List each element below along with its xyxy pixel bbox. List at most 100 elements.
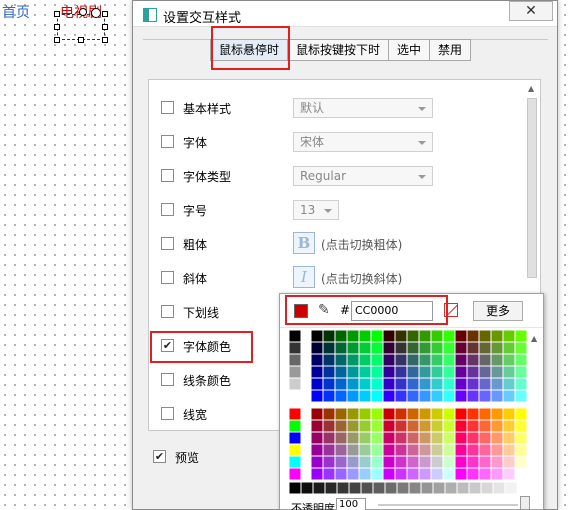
gray-swatch[interactable] [492,482,506,494]
gray-swatch[interactable] [324,482,338,494]
color-swatch[interactable] [466,353,480,367]
color-swatch[interactable] [466,407,480,421]
color-swatch[interactable] [358,330,372,343]
color-swatch[interactable] [346,377,360,391]
color-swatch[interactable] [322,377,336,391]
color-swatch[interactable] [430,431,444,445]
color-swatch[interactable] [502,431,516,445]
color-swatch[interactable] [478,455,492,469]
color-swatch[interactable] [502,443,516,457]
color-swatch[interactable] [514,365,528,379]
color-swatch[interactable] [289,467,302,480]
resize-handle[interactable] [102,11,108,17]
color-swatch[interactable] [502,353,516,367]
color-swatch[interactable] [310,443,324,457]
color-swatch[interactable] [514,353,528,367]
color-swatch[interactable] [382,455,396,469]
color-swatch[interactable] [358,353,372,367]
color-swatch[interactable] [346,467,360,480]
color-swatch[interactable] [442,419,456,433]
color-swatch[interactable] [442,341,456,355]
color-swatch[interactable] [418,455,432,469]
color-swatch[interactable] [322,341,336,355]
color-swatch[interactable] [454,330,468,343]
color-swatch[interactable] [406,467,420,480]
color-swatch[interactable] [382,365,396,379]
color-swatch[interactable] [322,455,336,469]
color-swatch[interactable] [310,341,324,355]
checkbox-font[interactable] [161,135,174,148]
color-swatch[interactable] [382,407,396,421]
resize-handle[interactable] [54,24,60,30]
checkbox-font-type[interactable] [161,169,174,182]
color-swatch[interactable] [454,419,468,433]
color-swatch[interactable] [430,455,444,469]
color-swatch[interactable] [394,467,408,480]
color-swatch[interactable] [466,455,480,469]
gray-swatch[interactable] [348,482,362,494]
color-swatch[interactable] [490,455,504,469]
color-swatch[interactable] [502,365,516,379]
color-swatch[interactable] [358,455,372,469]
color-swatch[interactable] [478,467,492,480]
color-swatch[interactable] [478,419,492,433]
color-swatch[interactable] [430,419,444,433]
color-swatch[interactable] [502,341,516,355]
color-swatch[interactable] [394,443,408,457]
gray-swatch[interactable] [289,482,302,494]
color-swatch[interactable] [418,443,432,457]
color-swatch[interactable] [310,407,324,421]
color-swatch[interactable] [454,353,468,367]
color-swatch[interactable] [418,377,432,391]
more-colors-button[interactable]: 更多 [473,301,523,321]
color-swatch[interactable] [478,330,492,343]
color-swatch[interactable] [370,377,384,391]
color-swatch[interactable] [382,341,396,355]
gray-swatch[interactable] [420,482,434,494]
color-swatch[interactable] [346,341,360,355]
color-swatch[interactable] [406,353,420,367]
color-swatch[interactable] [382,431,396,445]
color-swatch[interactable] [466,341,480,355]
color-swatch[interactable] [514,467,528,480]
color-swatch[interactable] [322,365,336,379]
color-swatch[interactable] [430,353,444,367]
color-swatch[interactable] [490,389,504,403]
color-swatch[interactable] [370,443,384,457]
color-swatch[interactable] [382,419,396,433]
resize-handle[interactable] [54,11,60,17]
color-swatch[interactable] [370,407,384,421]
color-swatch[interactable] [370,455,384,469]
color-swatch[interactable] [514,443,528,457]
color-swatch[interactable] [454,407,468,421]
color-swatch[interactable] [502,455,516,469]
checkbox-bold[interactable] [161,237,174,250]
opacity-input[interactable]: 100 [336,498,366,510]
color-swatch[interactable] [334,431,348,445]
gray-swatch[interactable] [372,482,386,494]
color-swatch[interactable] [466,431,480,445]
color-swatch[interactable] [310,377,324,391]
resize-handle[interactable] [54,37,60,43]
color-swatch[interactable] [442,455,456,469]
color-swatch[interactable] [514,455,528,469]
checkbox-line-width[interactable] [161,407,174,420]
color-swatch[interactable] [490,377,504,391]
color-swatch[interactable] [358,389,372,403]
color-swatch[interactable] [394,330,408,343]
color-swatch[interactable] [334,443,348,457]
color-swatch[interactable] [478,431,492,445]
color-swatch[interactable] [346,419,360,433]
color-swatch[interactable] [490,341,504,355]
select-font-type[interactable]: Regular [293,166,433,186]
color-swatch[interactable] [418,365,432,379]
color-swatch[interactable] [418,389,432,403]
color-swatch[interactable] [370,467,384,480]
gray-swatch[interactable] [480,482,494,494]
color-swatch[interactable] [454,377,468,391]
color-swatch[interactable] [478,407,492,421]
color-swatch[interactable] [406,443,420,457]
color-swatch[interactable] [289,431,302,445]
color-swatch[interactable] [430,341,444,355]
color-swatch[interactable] [430,407,444,421]
